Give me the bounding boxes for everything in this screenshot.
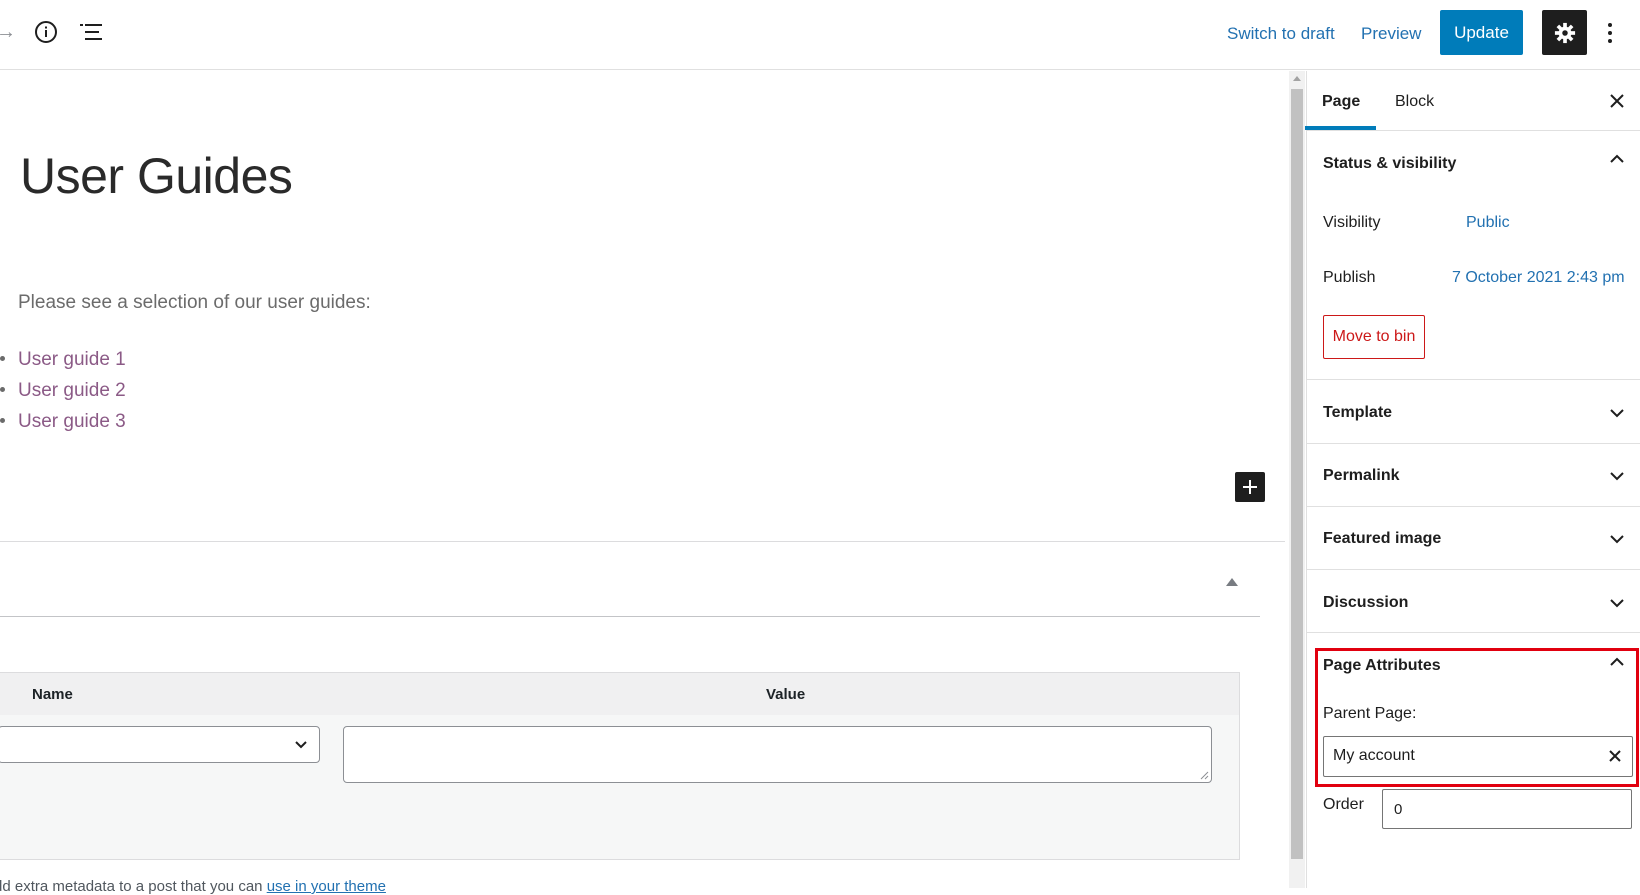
order-value: 0 <box>1394 801 1403 818</box>
collapse-up-icon[interactable] <box>1226 578 1238 586</box>
chevron-up-icon[interactable] <box>1609 657 1625 667</box>
column-header-name: Name <box>32 686 73 703</box>
chevron-up-icon[interactable] <box>1609 154 1625 164</box>
chevron-down-icon[interactable] <box>1609 534 1625 544</box>
settings-button[interactable] <box>1542 10 1587 55</box>
info-icon[interactable] <box>34 20 58 44</box>
plus-icon <box>1243 480 1257 494</box>
divider <box>1306 632 1640 633</box>
divider <box>1306 130 1640 131</box>
clear-icon[interactable] <box>1608 749 1622 763</box>
panel-template[interactable]: Template <box>1323 404 1392 422</box>
guide-link[interactable]: User guide 2 <box>18 378 126 404</box>
arrow-right-icon[interactable]: → <box>0 22 16 42</box>
add-block-button[interactable] <box>1235 472 1265 502</box>
help-text: dd extra metadata to a post that you can <box>0 878 267 895</box>
vertical-ellipsis-icon[interactable] <box>1602 20 1618 46</box>
divider <box>1306 443 1640 444</box>
visibility-toggle[interactable]: Public <box>1466 214 1510 232</box>
chevron-down-icon[interactable] <box>1609 471 1625 481</box>
tab-block[interactable]: Block <box>1395 92 1434 112</box>
divider <box>1306 569 1640 570</box>
divider <box>0 616 1260 617</box>
divider <box>1306 506 1640 507</box>
panel-featured-image[interactable]: Featured image <box>1323 530 1441 548</box>
switch-to-draft-button[interactable]: Switch to draft <box>1227 22 1335 46</box>
parent-page-combobox[interactable]: My account <box>1323 736 1633 777</box>
help-link[interactable]: use in your theme <box>267 878 386 895</box>
bullet-icon <box>0 356 5 361</box>
divider <box>1306 379 1640 380</box>
chevron-down-icon[interactable] <box>1609 408 1625 418</box>
column-header-value: Value <box>766 686 806 703</box>
guide-link[interactable]: User guide 3 <box>18 409 126 435</box>
panel-permalink[interactable]: Permalink <box>1323 467 1399 485</box>
custom-fields-header <box>0 673 1239 715</box>
update-button[interactable]: Update <box>1440 10 1523 55</box>
scrollbar-thumb[interactable] <box>1291 89 1303 859</box>
visibility-label: Visibility <box>1323 214 1381 231</box>
resize-handle-icon[interactable] <box>1199 770 1209 780</box>
chevron-down-icon[interactable] <box>1609 598 1625 608</box>
move-to-bin-button[interactable]: Move to bin <box>1323 315 1425 359</box>
publish-date-toggle[interactable]: 7 October 2021 2:43 pm <box>1452 269 1625 287</box>
close-icon[interactable] <box>1608 92 1626 110</box>
divider <box>0 541 1285 542</box>
custom-fields-help: dd extra metadata to a post that you can… <box>0 878 386 895</box>
guide-link[interactable]: User guide 1 <box>18 347 126 373</box>
bullet-icon <box>0 418 5 423</box>
list-view-icon[interactable] <box>78 20 104 44</box>
bullet-icon <box>0 387 5 392</box>
paragraph-block[interactable]: Please see a selection of our user guide… <box>18 290 371 316</box>
panel-page-attributes[interactable]: Page Attributes <box>1323 657 1441 675</box>
custom-field-value-textarea[interactable] <box>343 726 1212 783</box>
panel-discussion[interactable]: Discussion <box>1323 594 1408 612</box>
chevron-down-icon <box>295 741 307 749</box>
publish-label: Publish <box>1323 269 1376 286</box>
panel-status-visibility[interactable]: Status & visibility <box>1323 155 1456 173</box>
preview-button[interactable]: Preview <box>1361 22 1421 46</box>
custom-field-name-select[interactable] <box>0 726 320 763</box>
scroll-up-icon[interactable] <box>1293 76 1301 81</box>
parent-page-value: My account <box>1333 747 1415 764</box>
parent-page-label: Parent Page: <box>1323 705 1417 722</box>
post-title[interactable]: User Guides <box>20 146 293 206</box>
tab-page[interactable]: Page <box>1322 92 1360 112</box>
order-label: Order <box>1323 796 1364 813</box>
order-input[interactable]: 0 <box>1382 789 1632 829</box>
gear-icon <box>1554 22 1575 43</box>
